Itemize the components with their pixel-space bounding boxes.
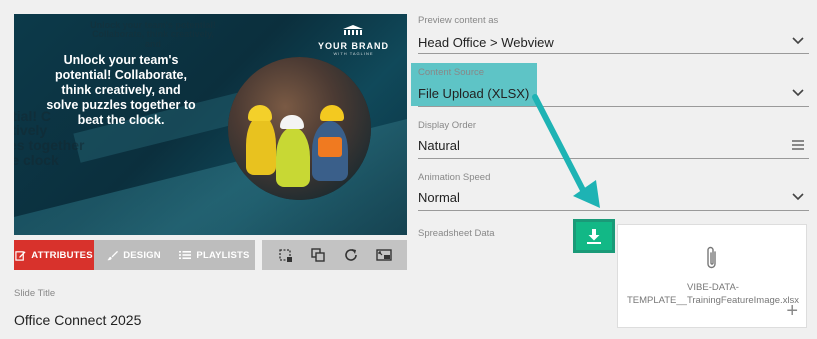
spreadsheet-data-label: Spreadsheet Data [418, 228, 495, 239]
brush-icon [107, 250, 119, 260]
slide-title-input[interactable]: Office Connect 2025 [14, 312, 141, 328]
preview-as-underline [418, 53, 809, 54]
brand-logo: YOUR BRAND WITH TAGLINE [318, 23, 389, 56]
download-icon [587, 228, 601, 244]
display-order-select[interactable]: Natural [418, 138, 460, 153]
list-icon [179, 251, 192, 259]
refresh-tool-button[interactable] [340, 244, 362, 266]
layers-tool-button[interactable] [307, 244, 329, 266]
chevron-down-icon[interactable] [791, 86, 805, 100]
tab-attributes[interactable]: ATTRIBUTES [14, 240, 94, 270]
preview-toolbar [262, 240, 407, 270]
preview-ghost-text-top: Unlock your team's potential! Collaborat… [90, 20, 216, 49]
preview-as-select[interactable]: Head Office > Webview [418, 35, 554, 50]
brand-building-icon [343, 25, 364, 35]
tab-playlists-label: PLAYLISTS [196, 249, 250, 261]
workers-photo [228, 57, 371, 200]
paperclip-icon [707, 246, 716, 269]
tab-design[interactable]: DESIGN [94, 240, 174, 270]
brand-tagline: WITH TAGLINE [333, 51, 374, 56]
animation-speed-underline [418, 210, 809, 211]
editor-tab-bar: ATTRIBUTES DESIGN PLAYLISTS [14, 240, 407, 270]
tab-playlists[interactable]: PLAYLISTS [174, 240, 255, 270]
chevron-down-icon[interactable] [791, 34, 805, 48]
animation-speed-label: Animation Speed [418, 172, 491, 183]
display-order-label: Display Order [418, 120, 477, 131]
file-upload-dropzone[interactable]: VIBE-DATA-TEMPLATE__TrainingFeatureImage… [617, 224, 807, 328]
preview-as-label: Preview content as [418, 15, 499, 26]
screen-icon [376, 249, 393, 261]
tab-design-label: DESIGN [123, 249, 161, 261]
brand-name: YOUR BRAND [317, 41, 389, 51]
content-source-underline [418, 106, 809, 107]
slide-preview: Unlock your team's potential! Collaborat… [14, 14, 407, 235]
slide-title-label: Slide Title [14, 288, 56, 299]
content-source-label: Content Source [418, 67, 485, 78]
menu-icon[interactable] [791, 138, 805, 152]
crop-tool-button[interactable] [274, 244, 296, 266]
edit-icon [15, 250, 26, 261]
screen-tool-button[interactable] [373, 244, 395, 266]
refresh-icon [345, 249, 357, 261]
tab-attributes-label: ATTRIBUTES [31, 249, 93, 261]
uploaded-file-name: VIBE-DATA-TEMPLATE__TrainingFeatureImage… [626, 282, 800, 306]
layers-icon [311, 248, 325, 262]
plus-icon[interactable]: + [786, 301, 798, 321]
content-source-select[interactable]: File Upload (XLSX) [418, 86, 529, 101]
display-order-underline [418, 158, 809, 159]
preview-headline: Unlock your team's potential! Collaborat… [46, 53, 196, 127]
animation-speed-select[interactable]: Normal [418, 190, 460, 205]
crop-icon [278, 249, 292, 262]
download-template-button[interactable] [573, 219, 615, 253]
chevron-down-icon[interactable] [791, 190, 805, 204]
